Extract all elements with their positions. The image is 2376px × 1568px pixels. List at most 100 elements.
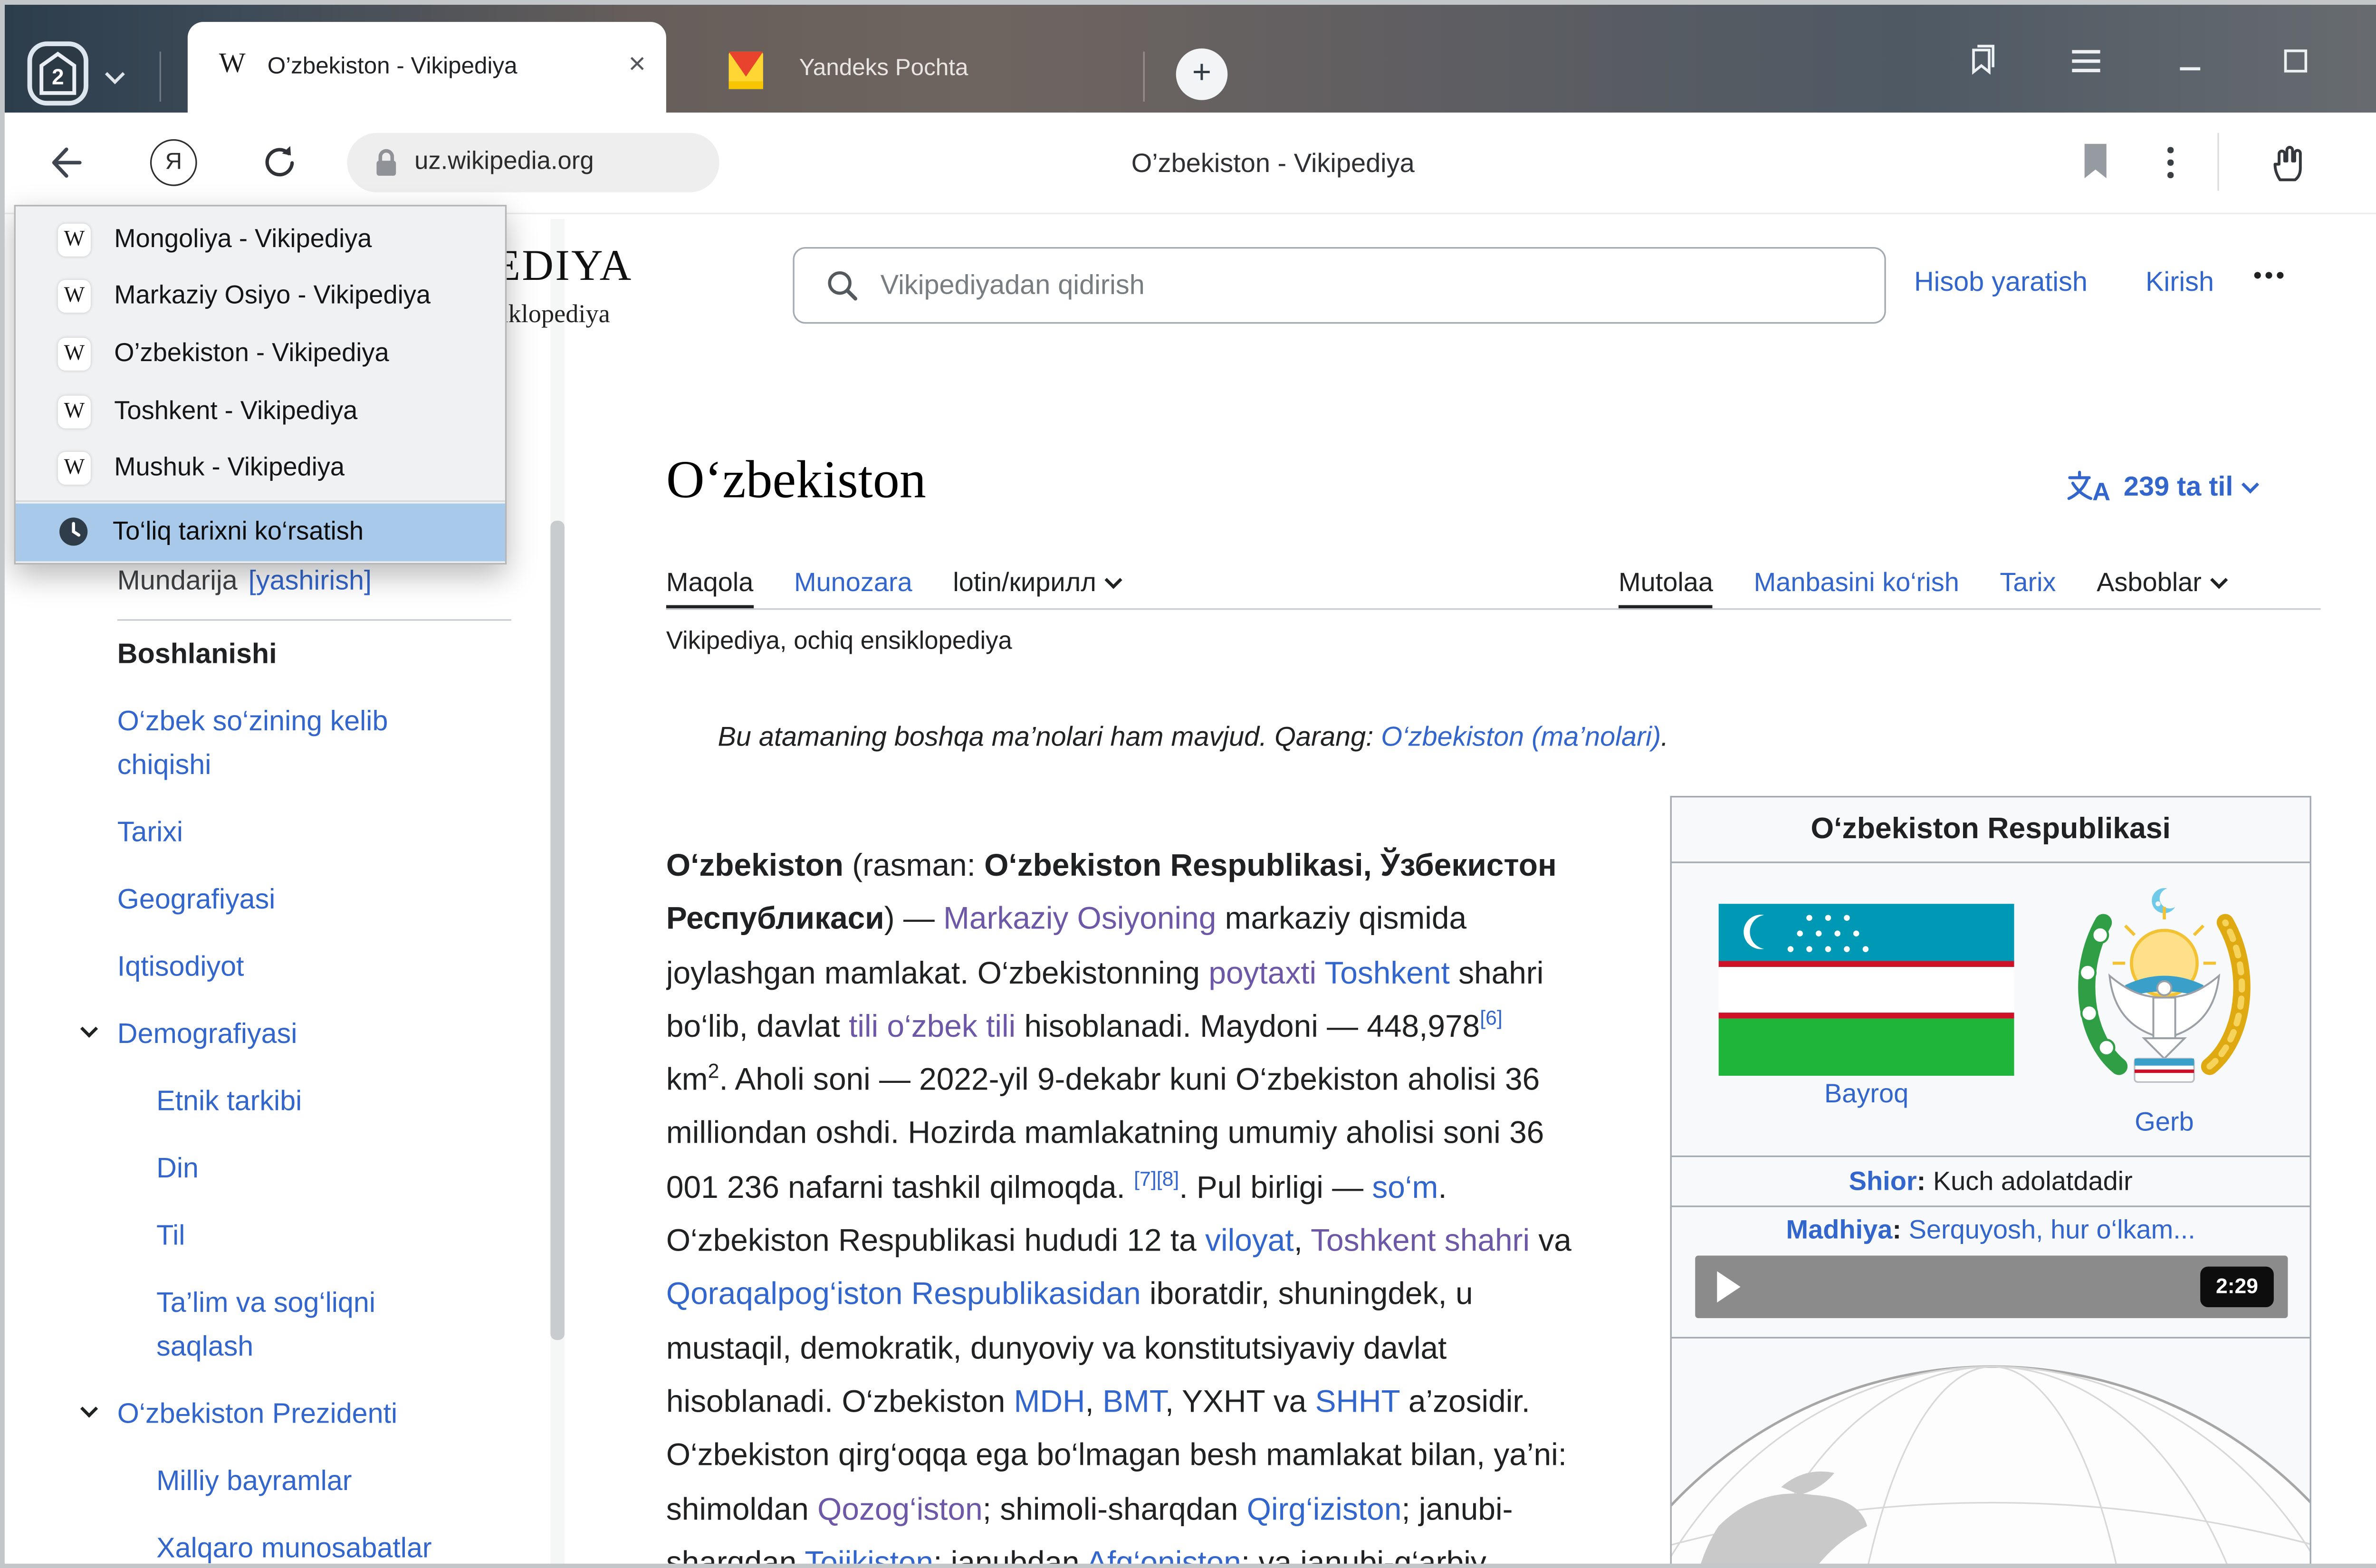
wikipedia-favicon: W: [58, 223, 91, 256]
text-link[interactable]: [7][8]: [1134, 1166, 1179, 1190]
close-tab-icon[interactable]: ×: [629, 22, 646, 113]
sidebar-scrollbar-thumb[interactable]: [550, 521, 565, 1340]
history-dropdown-list: WMongoliya - VikipediyaWMarkaziy Osiyo -…: [16, 211, 505, 497]
divider: [1143, 52, 1145, 102]
wiki-search-input[interactable]: Vikipediyadan qidirish: [793, 247, 1886, 324]
toc-item[interactable]: Tarixi: [81, 810, 500, 854]
text-link[interactable]: O‘zbekiston (ma’nolari): [1381, 721, 1661, 752]
history-item[interactable]: WMarkaziy Osiyo - Vikipediya: [16, 268, 505, 325]
text-link[interactable]: MDH: [1014, 1386, 1085, 1420]
paragraph-line: 001 236 nafarni tashkil qilmoqda. [7][8]…: [666, 1161, 1661, 1215]
toc-item[interactable]: Demografiyasi: [81, 1012, 500, 1055]
toc-hide-link[interactable]: [yashirish]: [249, 564, 372, 596]
text-link[interactable]: poytaxti: [1208, 956, 1316, 991]
table-of-contents: Boshlanishi O‘zbek so‘zining kelib chiqis…: [81, 631, 500, 1568]
article-tabs-left: Maqola Munozara lotin/кирилл: [666, 568, 1120, 599]
history-item[interactable]: WMongoliya - Vikipediya: [16, 211, 505, 268]
text-link[interactable]: Qirg‘iziston: [1247, 1492, 1402, 1527]
audio-player[interactable]: 2:29: [1695, 1256, 2288, 1319]
tab-group-badge[interactable]: 2: [27, 41, 89, 106]
toc-item[interactable]: Etnik tarkibi: [81, 1079, 500, 1123]
article-tab[interactable]: Asboblar: [2097, 568, 2225, 599]
article-tab[interactable]: lotin/кирилл: [953, 568, 1120, 599]
menu-icon[interactable]: [2066, 41, 2107, 82]
paragraph-line: O‘zbekiston (rasman: O‘zbekiston Respubl…: [666, 840, 1661, 893]
text-link[interactable]: Qozog‘iston: [817, 1492, 983, 1527]
article-tab[interactable]: Manbasini ko‘rish: [1754, 568, 1959, 599]
history-item[interactable]: WMushuk - Vikipediya: [16, 440, 505, 497]
text-link[interactable]: Qoraqalpog‘iston Respublikasidan: [666, 1278, 1141, 1312]
toolbar-page-title: O’zbekiston - Vikipediya: [192, 113, 2354, 214]
paragraph-line: km2. Aholi soni — 2022-yil 9-dekabr kuni…: [666, 1054, 1661, 1108]
anthem-link[interactable]: Madhiya: [1786, 1215, 1893, 1245]
browser-window: 2 W O’zbekiston - Vikipediya × Yandeks P…: [0, 0, 2376, 1568]
back-icon[interactable]: [44, 142, 87, 183]
anthem-title-link[interactable]: Serquyosh, hur o‘lkam...: [1909, 1215, 2195, 1245]
create-account-link[interactable]: Hisob yaratish: [1914, 266, 2088, 298]
show-full-history-item[interactable]: To‘liq tarixni ko‘rsatish: [16, 504, 505, 562]
uzbekistan-emblem[interactable]: [2066, 876, 2263, 1101]
browser-tab-bar: 2 W O’zbekiston - Vikipediya × Yandeks P…: [5, 5, 2376, 113]
text-link[interactable]: so‘m: [1372, 1171, 1438, 1205]
uzbekistan-flag[interactable]: [1719, 904, 2014, 1076]
paragraph-line: milliondan oshdi. Hozirda mamlakatning u…: [666, 1108, 1661, 1161]
login-link[interactable]: Kirish: [2146, 266, 2214, 298]
reload-icon[interactable]: [258, 142, 299, 183]
history-dropdown: WMongoliya - VikipediyaWMarkaziy Osiyo -…: [14, 205, 507, 564]
yandex-search-icon[interactable]: Я: [150, 139, 197, 186]
article-tab[interactable]: Munozara: [794, 568, 912, 599]
text-link[interactable]: tili o‘zbek tili: [849, 1010, 1016, 1044]
language-selector[interactable]: A 239 ta til: [2066, 469, 2257, 505]
toc-item[interactable]: Iqtisodiyot: [81, 945, 500, 988]
emblem-caption-link[interactable]: Gerb: [2066, 1107, 2263, 1138]
bookmark-icon[interactable]: [2080, 139, 2111, 183]
text-link[interactable]: Toshkent: [1324, 956, 1449, 991]
toc-item[interactable]: Xalqaro munosabatlar: [81, 1526, 500, 1568]
toc-item[interactable]: Ta’lim va sog‘liqni saqlash: [81, 1281, 500, 1368]
bookmarks-panel-icon[interactable]: [1959, 41, 2000, 82]
article-tab[interactable]: Tarix: [2000, 568, 2056, 599]
chevron-down-icon[interactable]: [105, 64, 125, 84]
divider: [160, 52, 161, 102]
divider: [16, 500, 505, 502]
history-item[interactable]: WToshkent - Vikipediya: [16, 383, 505, 440]
flag-caption-link[interactable]: Bayroq: [1719, 1079, 2014, 1110]
text-link[interactable]: SHHT: [1315, 1386, 1400, 1420]
paragraph-line: hisoblanadi. O‘zbekiston MDH, BMT, YXHT …: [666, 1376, 1661, 1430]
text-link[interactable]: viloyat: [1205, 1224, 1294, 1259]
article-tab[interactable]: Maqola: [666, 568, 754, 599]
audio-duration: 2:29: [2200, 1267, 2274, 1308]
motto-link[interactable]: Shior: [1849, 1166, 1917, 1196]
toc-item[interactable]: Milliy bayramlar: [81, 1459, 500, 1502]
toc-item[interactable]: Boshlanishi: [81, 631, 500, 675]
toc-item[interactable]: O‘zbek so‘zining kelib chiqishi: [81, 699, 500, 786]
toc-item[interactable]: Din: [81, 1146, 500, 1190]
site-subtitle: Vikipediya, ochiq ensiklopediya: [666, 629, 1012, 657]
play-icon[interactable]: [1717, 1271, 1740, 1302]
toc-item[interactable]: Til: [81, 1214, 500, 1257]
infobox-map: [1672, 1339, 2310, 1568]
browser-tab-inactive[interactable]: Yandeks Pochta: [693, 5, 1131, 113]
text-link[interactable]: Toshkent shahri: [1311, 1224, 1530, 1259]
infobox-images: Bayroq: [1672, 863, 2310, 1157]
extension-hand-icon[interactable]: [2268, 142, 2309, 184]
article-paragraph: O‘zbekiston (rasman: O‘zbekiston Respubl…: [666, 840, 1661, 1568]
header-more-icon[interactable]: •••: [2253, 263, 2288, 289]
text-link[interactable]: [6]: [1480, 1006, 1503, 1029]
language-icon: A: [2066, 469, 2113, 505]
toc-item[interactable]: Geografiyasi: [81, 877, 500, 921]
browser-tab-active[interactable]: W O’zbekiston - Vikipediya ×: [188, 22, 666, 113]
minimize-icon[interactable]: [2171, 41, 2212, 82]
toc-header: Mundarija[yashirish]: [117, 564, 372, 597]
new-tab-button[interactable]: +: [1176, 48, 1228, 100]
text-link[interactable]: BMT: [1102, 1386, 1165, 1420]
history-item[interactable]: WO’zbekiston - Vikipediya: [16, 325, 505, 382]
toc-item[interactable]: O‘zbekiston Prezidenti: [81, 1392, 500, 1435]
globe-map[interactable]: [1672, 1339, 2310, 1568]
more-options-icon[interactable]: [2167, 147, 2174, 185]
infobox-motto: Shior: Kuch adolatdadir: [1672, 1157, 2310, 1207]
maximize-icon[interactable]: [2275, 41, 2316, 82]
text-link[interactable]: Markaziy Osiyoning: [943, 903, 1216, 937]
article-tab[interactable]: Mutolaa: [1619, 568, 1713, 599]
tab-title: Yandeks Pochta: [799, 5, 968, 113]
